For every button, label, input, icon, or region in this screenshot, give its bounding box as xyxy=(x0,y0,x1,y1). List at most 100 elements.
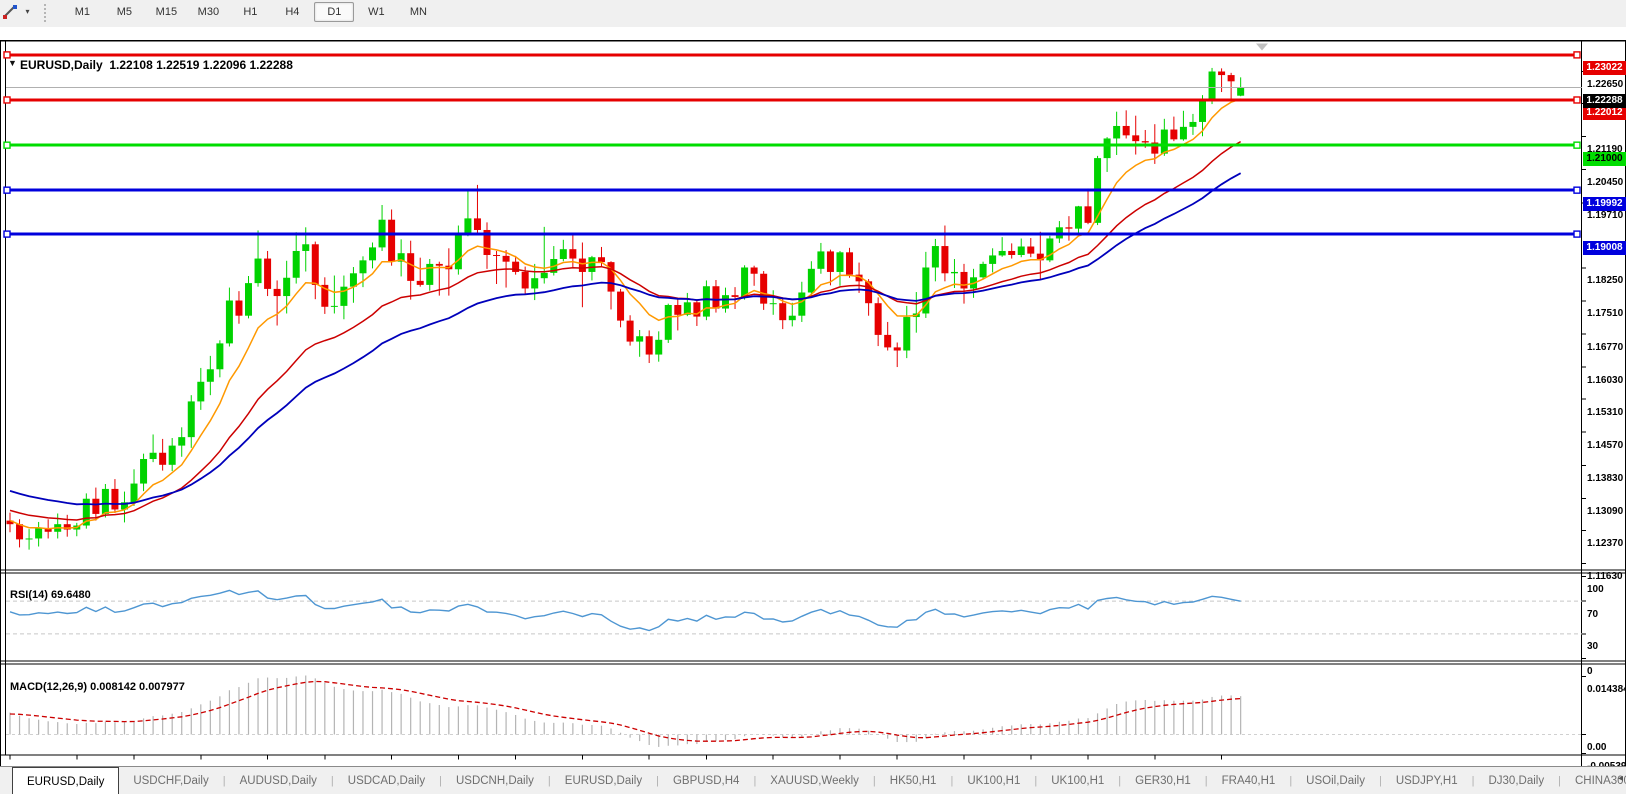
candle-body xyxy=(35,528,42,538)
candle-body xyxy=(1075,206,1082,228)
candle-body xyxy=(1018,247,1025,255)
candle-body xyxy=(798,292,805,315)
ma-fast-line xyxy=(10,99,1241,529)
timeframe-button-d1[interactable]: D1 xyxy=(314,2,354,22)
candle-body xyxy=(493,255,500,256)
chart-tab-china300-h1[interactable]: CHINA300,H1 xyxy=(1561,767,1626,794)
chart-tab-hk50-h1[interactable]: HK50,H1 xyxy=(876,767,951,794)
hline-handle[interactable] xyxy=(1574,187,1580,193)
candle-body xyxy=(636,336,643,341)
candle-body xyxy=(417,281,424,285)
hline-handle[interactable] xyxy=(1574,97,1580,103)
chart-tab-eurusd-daily[interactable]: EURUSD,Daily xyxy=(551,767,656,794)
chart-canvas[interactable] xyxy=(0,27,1626,794)
tab-scroll-left-icon[interactable]: ◂ xyxy=(1618,773,1623,784)
candlestick-series xyxy=(7,68,1245,550)
candle-body xyxy=(1065,227,1072,228)
candle-body xyxy=(436,264,443,266)
candle-body xyxy=(941,246,948,273)
price-tick-label: 1.22650 xyxy=(1587,79,1623,90)
candle-body xyxy=(751,267,758,273)
hline-price-badge: 1.19008 xyxy=(1583,241,1626,255)
candle-body xyxy=(932,246,939,267)
price-tick-label: 1.20450 xyxy=(1587,177,1623,188)
chart-tab-usdchf-daily[interactable]: USDCHF,Daily xyxy=(119,767,222,794)
chart-tab-dj30-daily[interactable]: DJ30,Daily xyxy=(1474,767,1558,794)
chart-tab-usdjpy-h1[interactable]: USDJPY,H1 xyxy=(1382,767,1472,794)
candle-body xyxy=(560,249,567,259)
hline-handle[interactable] xyxy=(1574,231,1580,237)
hline-handle[interactable] xyxy=(4,231,10,237)
timeframe-button-h4[interactable]: H4 xyxy=(272,2,312,22)
candle-body xyxy=(102,489,109,514)
candle-body xyxy=(140,459,147,484)
chart-tab-gbpusd-h4[interactable]: GBPUSD,H4 xyxy=(659,767,753,794)
chart-tab-usdcad-daily[interactable]: USDCAD,Daily xyxy=(334,767,439,794)
candle-body xyxy=(1218,72,1225,76)
price-tick-label: 1.14570 xyxy=(1587,440,1623,451)
candle-body xyxy=(961,272,968,289)
price-tick-label: 1.12370 xyxy=(1587,538,1623,549)
rsi-tick-label: 100 xyxy=(1587,584,1604,595)
hline-handle[interactable] xyxy=(4,142,10,148)
macd-histogram xyxy=(10,676,1241,747)
candle-body xyxy=(1104,138,1111,158)
timeframe-button-h1[interactable]: H1 xyxy=(230,2,270,22)
candle-body xyxy=(150,453,157,459)
hline-handle[interactable] xyxy=(1574,142,1580,148)
hline-handle[interactable] xyxy=(4,187,10,193)
chart-title-dropdown-icon[interactable]: ▼ xyxy=(8,58,17,68)
candle-body xyxy=(1199,101,1206,122)
hline-handle[interactable] xyxy=(1574,52,1580,58)
candle-body xyxy=(827,251,834,272)
candle-body xyxy=(1132,135,1139,141)
candle-body xyxy=(1209,72,1216,101)
dropdown-caret-icon[interactable]: ▾ xyxy=(25,7,29,16)
candle-body xyxy=(111,489,118,510)
hline-handle[interactable] xyxy=(4,97,10,103)
chart-tab-usoil-daily[interactable]: USOil,Daily xyxy=(1292,767,1379,794)
timeframe-button-mn[interactable]: MN xyxy=(398,2,438,22)
timeframe-button-m1[interactable]: M1 xyxy=(62,2,102,22)
candle-body xyxy=(331,306,338,307)
price-tick-label: 1.13090 xyxy=(1587,506,1623,517)
price-tick-label: 1.16770 xyxy=(1587,342,1623,353)
chart-tab-fra40-h1[interactable]: FRA40,H1 xyxy=(1208,767,1290,794)
candle-body xyxy=(131,484,138,503)
toolbar-grip[interactable] xyxy=(44,4,49,22)
price-tick-label: 1.18250 xyxy=(1587,275,1623,286)
candle-body xyxy=(894,347,901,350)
chart-tab-usdcnh-daily[interactable]: USDCNH,Daily xyxy=(442,767,548,794)
candle-body xyxy=(522,272,529,289)
hline-handle[interactable] xyxy=(4,52,10,58)
chart-tab-xauusd-weekly[interactable]: XAUUSD,Weekly xyxy=(756,767,873,794)
timeframe-button-m5[interactable]: M5 xyxy=(104,2,144,22)
candle-body xyxy=(808,269,815,293)
chart-tab-uk100-h1[interactable]: UK100,H1 xyxy=(1037,767,1118,794)
candle-body xyxy=(1113,126,1120,139)
chart-tab-ger30-h1[interactable]: GER30,H1 xyxy=(1121,767,1205,794)
chart-tab-uk100-h1[interactable]: UK100,H1 xyxy=(953,767,1034,794)
drawing-tools-icon[interactable] xyxy=(2,4,18,25)
candle-body xyxy=(760,274,767,304)
chart-tab-audusd-daily[interactable]: AUDUSD,Daily xyxy=(226,767,331,794)
candle-body xyxy=(703,286,710,316)
macd-indicator-label: MACD(12,26,9) 0.008142 0.007977 xyxy=(10,681,185,693)
price-tick-label: 1.19710 xyxy=(1587,210,1623,221)
candle-body xyxy=(1008,251,1015,255)
candle-body xyxy=(903,317,910,350)
mt4-application-window: ▾ M1M5M15M30H1H4D1W1MN ▼ EURUSD,Daily 1.… xyxy=(0,0,1626,794)
chart-tab-eurusd-daily[interactable]: EURUSD,Daily xyxy=(12,767,119,794)
timeframe-button-w1[interactable]: W1 xyxy=(356,2,396,22)
candle-body xyxy=(569,249,576,258)
chart-title: EURUSD,Daily 1.22108 1.22519 1.22096 1.2… xyxy=(20,58,293,72)
hline-price-badge: 1.21000 xyxy=(1583,152,1626,166)
timeframe-button-m30[interactable]: M30 xyxy=(188,2,228,22)
candle-body xyxy=(579,259,586,272)
candle-body xyxy=(999,251,1006,255)
candle-body xyxy=(789,316,796,320)
hline-price-badge: 1.19992 xyxy=(1583,197,1626,211)
timeframe-button-m15[interactable]: M15 xyxy=(146,2,186,22)
candle-body xyxy=(655,340,662,355)
current-price-badge: 1.22288 xyxy=(1583,94,1626,108)
